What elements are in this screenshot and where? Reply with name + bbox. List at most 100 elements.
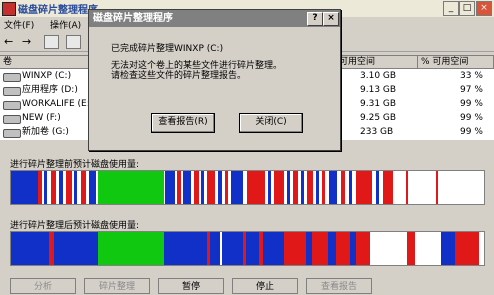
map-segment-fragmented: [247, 171, 265, 204]
close-button[interactable]: ×: [476, 1, 492, 16]
map-segment-fragmented: [406, 171, 408, 204]
drive-icon: [3, 115, 21, 124]
map-segment-contiguous: [11, 232, 49, 265]
map-segment-fragmented: [177, 171, 181, 204]
volume-free: 233 GB: [360, 127, 394, 137]
map-segment-contiguous: [268, 171, 271, 204]
after-defrag-usage-bar: [10, 231, 485, 266]
column-header-percent-free[interactable]: % 可用空间: [418, 56, 494, 69]
volume-pct: 97 %: [460, 85, 483, 95]
map-segment-contiguous: [301, 171, 304, 204]
volume-pct: 99 %: [460, 99, 483, 109]
volume-name: WINXP (C:): [22, 71, 72, 81]
map-segment-contiguous: [44, 171, 47, 204]
dialog-close-action-button[interactable]: 关闭(C): [239, 113, 303, 133]
map-segment-fragmented: [284, 232, 306, 265]
column-header-free-space[interactable]: 可用空间: [336, 56, 418, 69]
map-segment-fragmented: [259, 232, 263, 265]
map-segment-fragmented: [341, 171, 345, 204]
map-segment-contiguous: [350, 232, 356, 265]
analyze-button[interactable]: 分析: [10, 278, 76, 294]
dialog-close-button[interactable]: ×: [323, 12, 339, 26]
map-segment-fragmented: [407, 232, 415, 265]
map-segment-contiguous: [183, 171, 191, 204]
map-segment-contiguous: [329, 171, 337, 204]
defrag-app-icon: [2, 2, 16, 16]
dialog-message-complete: 已完成碎片整理WINXP (C:): [111, 44, 224, 54]
completion-dialog: 磁盘碎片整理程序 ? × 已完成碎片整理WINXP (C:) 无法对这个卷上的某…: [88, 9, 341, 151]
properties-icon[interactable]: [66, 35, 81, 49]
map-segment-fragmented: [51, 171, 56, 204]
dialog-view-report-button[interactable]: 查看报告(R): [151, 113, 215, 133]
map-segment-fragmented: [312, 232, 328, 265]
map-segment-fragmented: [383, 171, 393, 204]
map-segment-fragmented: [66, 171, 72, 204]
volume-free: 3.10 GB: [360, 71, 397, 81]
map-segment-contiguous: [231, 171, 243, 204]
after-defrag-label: 进行碎片整理后预计磁盘使用量:: [10, 221, 140, 231]
volume-free: 9.25 GB: [360, 113, 397, 123]
before-defrag-map: [11, 171, 438, 204]
volume-name: WORKALIFE (E:): [22, 99, 94, 109]
minimize-button[interactable]: _: [443, 1, 459, 16]
defragment-button[interactable]: 碎片整理: [84, 278, 150, 294]
drive-icon: [3, 87, 21, 96]
stop-button[interactable]: 停止: [232, 278, 298, 294]
back-arrow-icon[interactable]: ←: [4, 35, 13, 48]
menu-file[interactable]: 文件(F): [4, 18, 34, 31]
map-segment-contiguous: [164, 232, 284, 265]
volume-pct: 99 %: [460, 127, 483, 137]
map-segment-contiguous: [349, 171, 352, 204]
map-segment-system: [98, 171, 164, 204]
map-segment-fragmented: [38, 171, 42, 204]
window-title: 磁盘碎片整理程序: [18, 5, 98, 16]
after-defrag-map: [11, 232, 479, 265]
forward-arrow-icon[interactable]: →: [22, 35, 31, 48]
map-segment-fragmented: [81, 171, 86, 204]
map-segment-fragmented: [436, 171, 438, 204]
map-segment-fragmented: [322, 171, 325, 204]
dialog-title-bar: 磁盘碎片整理程序: [89, 10, 340, 27]
volume-name: NEW (F:): [22, 113, 61, 123]
drive-icon: [3, 129, 21, 138]
map-segment-fragmented: [455, 232, 479, 265]
dialog-message-check: 请检查这些文件的碎片整理报告。: [111, 71, 247, 81]
volume-pct: 99 %: [460, 113, 483, 123]
map-segment-contiguous: [89, 171, 96, 204]
map-segment-fragmented: [207, 232, 210, 265]
map-segment-fragmented: [274, 171, 284, 204]
map-segment-contiguous: [165, 171, 175, 204]
map-segment-contiguous: [74, 171, 77, 204]
map-segment-contiguous: [441, 232, 455, 265]
volume-free: 9.13 GB: [360, 85, 397, 95]
console-tree-icon[interactable]: [44, 35, 59, 49]
map-segment-contiguous: [218, 171, 222, 204]
map-segment-fragmented: [225, 171, 228, 204]
map-segment-fragmented: [194, 171, 199, 204]
menu-action[interactable]: 操作(A): [50, 18, 81, 31]
map-segment-fragmented: [356, 171, 372, 204]
map-segment-fragmented: [243, 232, 246, 265]
maximize-button[interactable]: □: [459, 1, 475, 16]
view-report-button[interactable]: 查看报告: [306, 278, 372, 294]
map-segment-contiguous: [376, 171, 379, 204]
map-segment-contiguous: [54, 232, 98, 265]
map-segment-free: [220, 232, 222, 265]
map-segment-contiguous: [11, 171, 38, 204]
pause-button[interactable]: 暂停: [158, 278, 224, 294]
map-segment-fragmented: [307, 171, 313, 204]
map-segment-fragmented: [356, 232, 370, 265]
map-segment-fragmented: [336, 232, 350, 265]
map-segment-contiguous: [287, 171, 290, 204]
volume-pct: 33 %: [460, 71, 483, 81]
map-segment-contiguous: [59, 171, 63, 204]
before-defrag-label: 进行碎片整理前预计磁盘使用量:: [10, 160, 140, 170]
drive-icon: [3, 73, 21, 82]
dialog-title: 磁盘碎片整理程序: [93, 13, 173, 24]
before-defrag-usage-bar: [10, 170, 485, 205]
map-segment-contiguous: [306, 232, 312, 265]
drive-icon: [3, 101, 21, 110]
help-button[interactable]: ?: [307, 12, 323, 26]
map-segment-fragmented: [207, 171, 215, 204]
map-segment-contiguous: [328, 232, 336, 265]
